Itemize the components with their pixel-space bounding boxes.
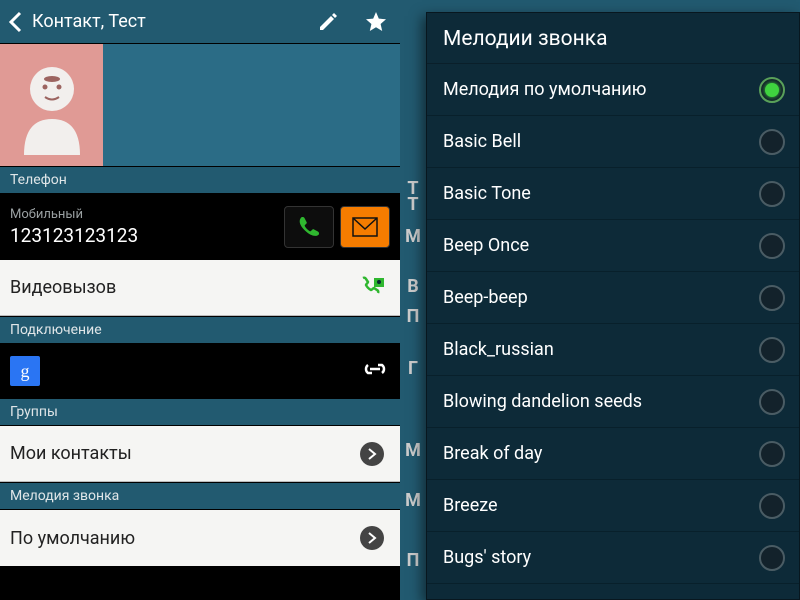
radio-icon xyxy=(759,233,785,259)
ringtone-option[interactable]: Black_russian xyxy=(427,324,799,376)
radio-icon xyxy=(759,129,785,155)
envelope-icon xyxy=(352,217,378,237)
radio-icon xyxy=(759,285,785,311)
ringtone-option[interactable]: Beep Once xyxy=(427,220,799,272)
ringtone-dialog: Мелодии звонка Мелодия по умолчанию Basic… xyxy=(426,12,800,600)
chevron-right-icon xyxy=(360,526,384,550)
radio-icon xyxy=(759,389,785,415)
avatar[interactable] xyxy=(0,44,103,166)
background-ghost-text: П xyxy=(402,540,424,580)
avatar-area xyxy=(0,44,400,166)
ringtone-section-header: Мелодия звонка xyxy=(0,482,400,510)
dialog-title: Мелодии звонка xyxy=(427,13,799,64)
radio-icon xyxy=(759,545,785,571)
ringtone-option[interactable]: Beep-beep xyxy=(427,272,799,324)
ringtone-option[interactable]: Bugs' story xyxy=(427,532,799,584)
titlebar: Контакт, Тест xyxy=(0,0,400,44)
contact-detail-screen: Контакт, Тест Телефон xyxy=(0,0,400,600)
ringtone-option-list: Мелодия по умолчанию Basic Bell Basic Tone… xyxy=(427,64,799,599)
link-icon xyxy=(360,359,390,379)
link-button[interactable] xyxy=(360,359,390,383)
video-call-action[interactable] xyxy=(354,273,390,303)
ringtone-option-label: Basic Tone xyxy=(443,183,759,204)
message-button[interactable] xyxy=(340,206,390,248)
ringtone-option-label: Beep Once xyxy=(443,235,759,256)
ringtone-option-label: Basic Bell xyxy=(443,131,759,152)
ringtone-option-label: Beep-beep xyxy=(443,287,759,308)
videocall-icon xyxy=(357,273,387,303)
groups-value: Мои контакты xyxy=(10,443,354,464)
groups-section-header: Группы xyxy=(0,398,400,426)
background-ghost-text: Г xyxy=(402,348,424,388)
phone-row[interactable]: Мобильный 123123123123 xyxy=(0,194,400,260)
chevron-right-icon xyxy=(360,442,384,466)
phone-type-label: Мобильный xyxy=(10,207,278,222)
edit-button[interactable] xyxy=(304,0,352,44)
ringtone-option[interactable]: Blowing dandelion seeds xyxy=(427,376,799,428)
phone-section-header: Телефон xyxy=(0,166,400,194)
star-icon xyxy=(364,10,388,34)
ringtone-option[interactable]: Breeze xyxy=(427,480,799,532)
ringtone-option-label: Мелодия по умолчанию xyxy=(443,79,759,100)
radio-icon xyxy=(759,181,785,207)
phone-number: 123123123123 xyxy=(10,224,278,247)
phone-icon xyxy=(296,214,322,240)
video-call-row[interactable]: Видеовызов xyxy=(0,260,400,316)
ringtone-option-label: Breeze xyxy=(443,495,759,516)
ringtone-option-label: Bugs' story xyxy=(443,547,759,568)
ringtone-picker-screen: ТТМВПГММП Мелодии звонка Мелодия по умол… xyxy=(400,0,800,600)
ringtone-option-label: Blowing dandelion seeds xyxy=(443,391,759,412)
ringtone-option[interactable]: Basic Tone xyxy=(427,168,799,220)
person-icon xyxy=(12,55,92,155)
background-ghost-text: П xyxy=(402,296,424,336)
pencil-icon xyxy=(317,11,339,33)
background-ghost-text: М xyxy=(402,480,424,520)
connection-row[interactable]: g xyxy=(0,344,400,398)
ringtone-option-label: Break of day xyxy=(443,443,759,464)
google-g-icon: g xyxy=(21,361,30,382)
favorite-button[interactable] xyxy=(352,0,400,44)
ringtone-option[interactable]: Basic Bell xyxy=(427,116,799,168)
radio-icon xyxy=(759,493,785,519)
ringtone-option[interactable]: Мелодия по умолчанию xyxy=(427,64,799,116)
contact-name: Контакт, Тест xyxy=(30,11,304,32)
radio-icon xyxy=(759,77,785,103)
ringtone-chevron xyxy=(354,526,390,550)
ringtone-option[interactable]: Break of day xyxy=(427,428,799,480)
ringtone-value: По умолчанию xyxy=(10,528,354,549)
ringtone-row[interactable]: По умолчанию xyxy=(0,510,400,566)
radio-icon xyxy=(759,441,785,467)
google-badge: g xyxy=(10,356,40,386)
connection-section-header: Подключение xyxy=(0,316,400,344)
phone-info: Мобильный 123123123123 xyxy=(10,207,278,247)
groups-chevron xyxy=(354,442,390,466)
groups-row[interactable]: Мои контакты xyxy=(0,426,400,482)
chevron-left-icon xyxy=(8,11,22,33)
video-call-label: Видеовызов xyxy=(10,277,354,298)
background-ghost-text: М xyxy=(402,430,424,470)
background-ghost-text: М xyxy=(402,216,424,256)
radio-icon xyxy=(759,337,785,363)
call-button[interactable] xyxy=(284,206,334,248)
ringtone-option-label: Black_russian xyxy=(443,339,759,360)
back-button[interactable] xyxy=(0,0,30,44)
